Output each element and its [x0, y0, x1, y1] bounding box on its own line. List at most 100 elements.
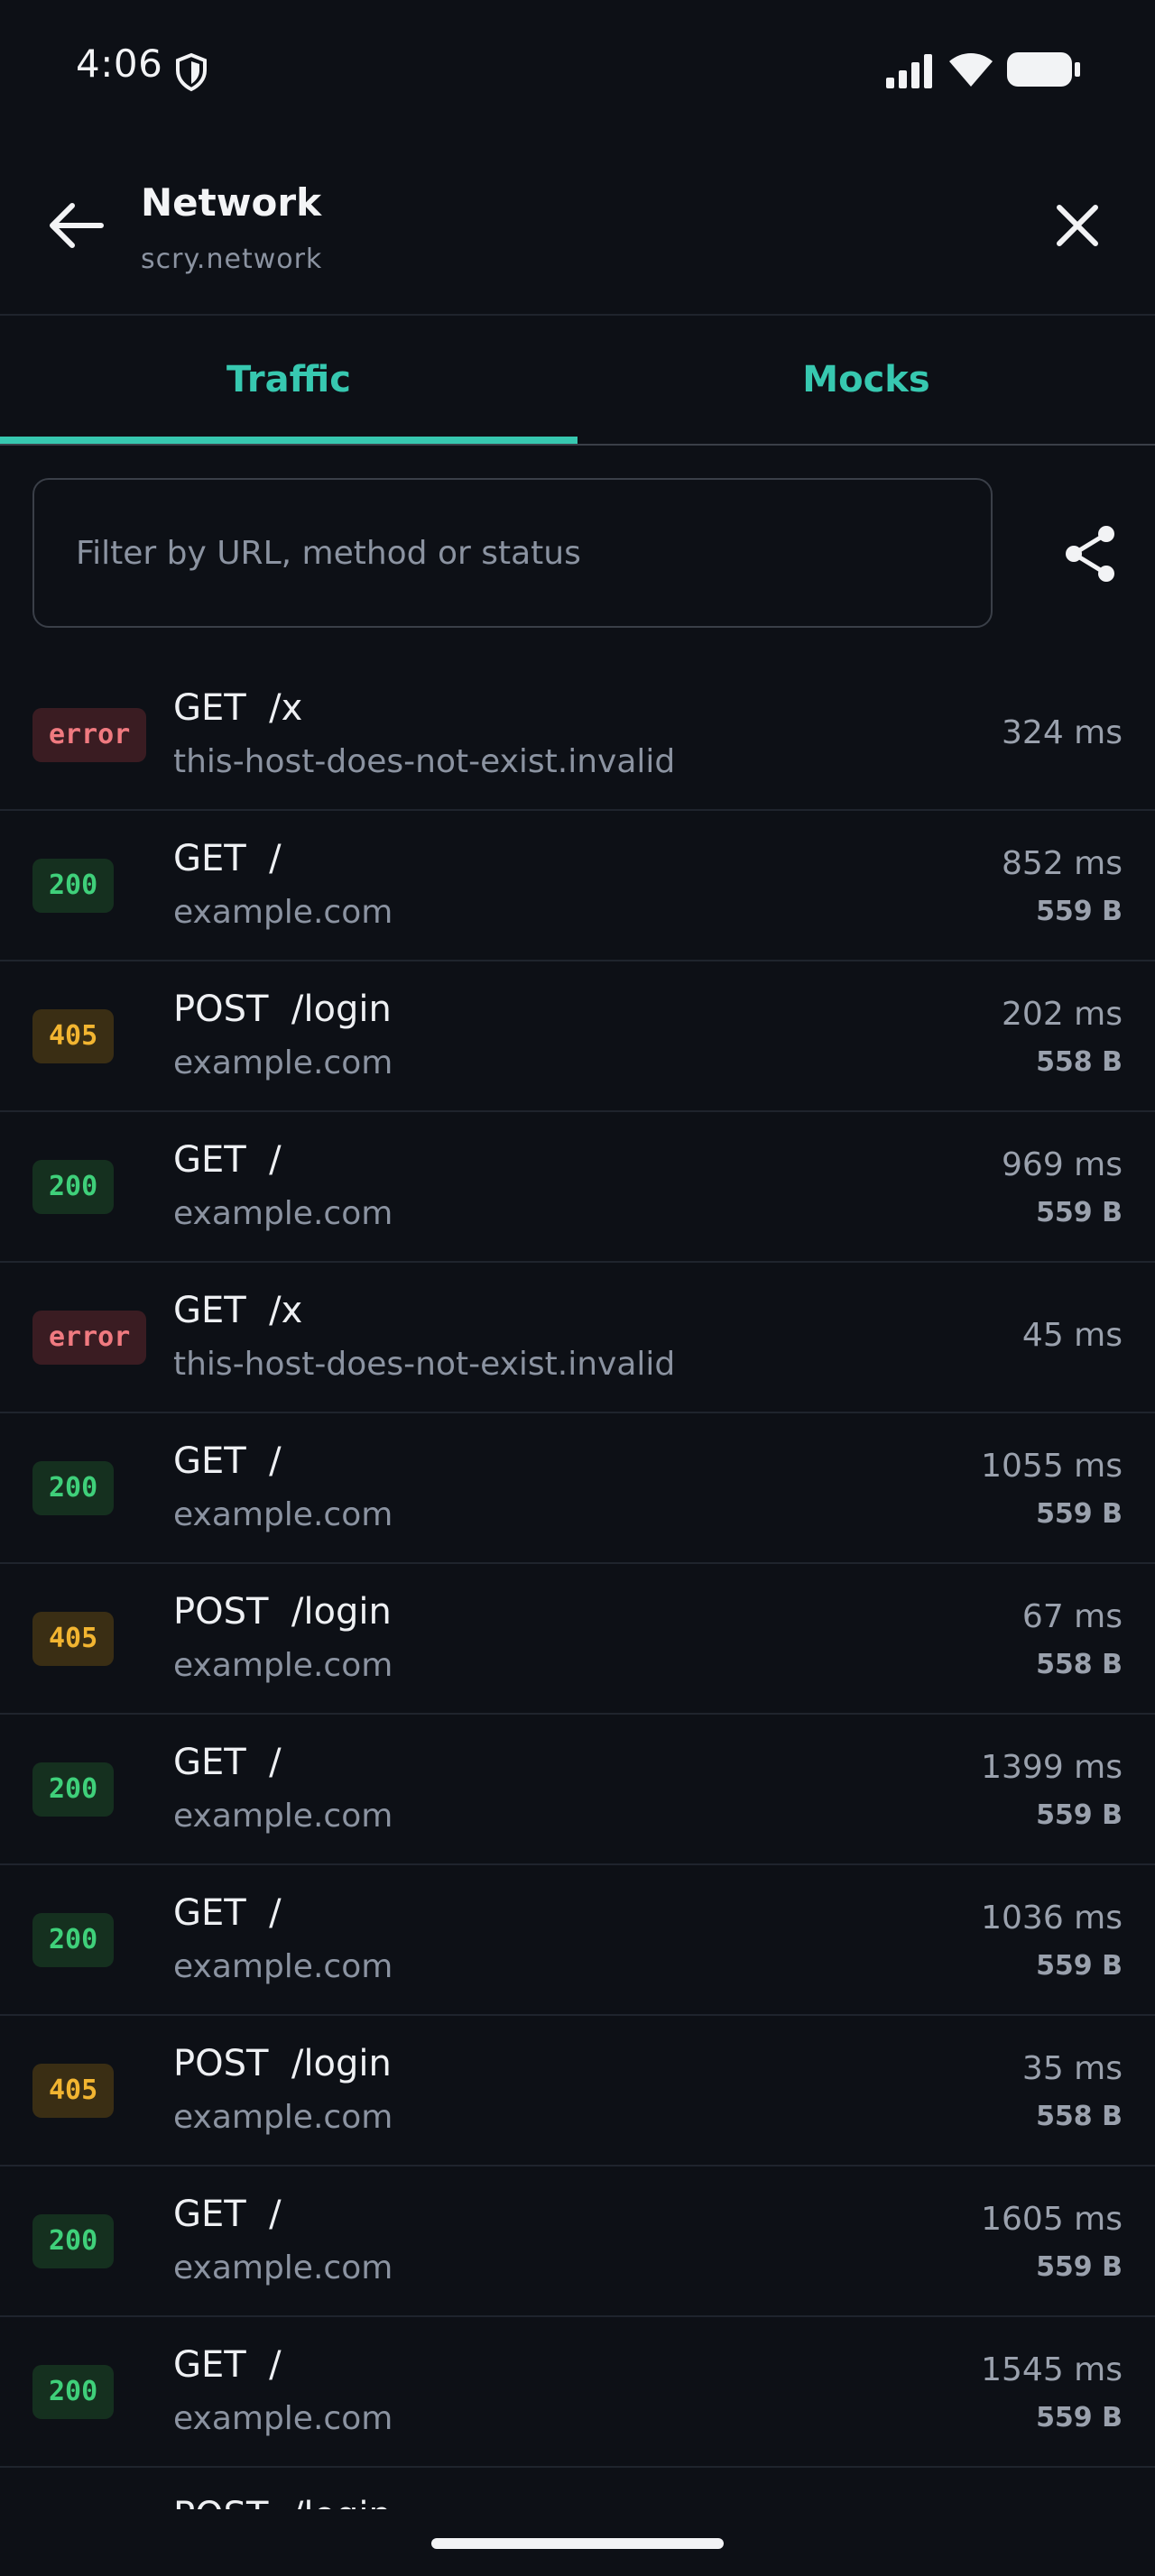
request-host: this-host-does-not-exist.invalid: [173, 1346, 676, 1383]
request-line: GET /: [173, 838, 282, 879]
request-duration: 1036 ms: [981, 1900, 1123, 1937]
request-row[interactable]: 200 GET / example.com 1545 ms 559 B: [0, 2317, 1155, 2468]
status-badge: 200: [32, 1160, 115, 1214]
status-bar: 4:06: [0, 0, 1155, 135]
share-icon[interactable]: [1061, 523, 1119, 584]
request-line: GET /: [173, 2344, 282, 2386]
request-row[interactable]: 200 GET / example.com 1399 ms 559 B: [0, 1715, 1155, 1865]
request-line: POST /login: [173, 989, 392, 1030]
request-row[interactable]: 405POST /loginexample.com: [0, 2468, 1155, 2509]
home-indicator[interactable]: [431, 2538, 724, 2549]
request-path: /login: [291, 2495, 392, 2509]
request-method: POST: [173, 989, 269, 1030]
request-row[interactable]: 200 GET / example.com 852 ms 559 B: [0, 811, 1155, 961]
tab-indicator: [0, 437, 578, 444]
filter-input[interactable]: [32, 478, 993, 628]
request-path: /: [269, 838, 282, 879]
request-duration: 852 ms: [1002, 845, 1123, 882]
request-host: example.com: [173, 1496, 393, 1533]
request-path: /: [269, 2344, 282, 2386]
request-path: /login: [291, 1591, 392, 1633]
request-size: 559 B: [1036, 896, 1123, 927]
request-method: GET: [173, 1290, 246, 1331]
request-size: 559 B: [1036, 1498, 1123, 1530]
request-size: 559 B: [1036, 1197, 1123, 1228]
request-method: POST: [173, 1591, 269, 1633]
request-line: GET /: [173, 1892, 282, 1934]
request-duration: 45 ms: [1021, 1317, 1123, 1354]
request-method: GET: [173, 1440, 246, 1482]
request-row[interactable]: error GET /x this-host-does-not-exist.inva…: [0, 660, 1155, 811]
request-method: GET: [173, 1742, 246, 1783]
tab-traffic[interactable]: Traffic: [0, 316, 578, 444]
request-host: example.com: [173, 2099, 393, 2136]
request-line: GET /x: [173, 687, 302, 729]
request-duration: 202 ms: [1002, 996, 1123, 1033]
request-size: 558 B: [1036, 1046, 1123, 1078]
request-method: GET: [173, 838, 246, 879]
request-line: GET /: [173, 2194, 282, 2235]
request-path: /x: [269, 1290, 303, 1331]
request-method: POST: [173, 2495, 268, 2509]
request-path: /login: [291, 2043, 392, 2084]
request-duration: 969 ms: [1002, 1146, 1123, 1183]
status-badge: 200: [32, 1461, 115, 1515]
request-method: GET: [173, 1139, 246, 1181]
tab-bar: Traffic Mocks: [0, 316, 1155, 446]
request-path: /x: [269, 687, 303, 729]
request-duration: 35 ms: [1021, 2050, 1123, 2087]
request-method: GET: [173, 2194, 246, 2235]
close-icon[interactable]: [1052, 200, 1103, 251]
tab-mocks[interactable]: Mocks: [578, 316, 1155, 444]
request-line: GET /: [173, 1440, 282, 1482]
request-method: POST: [173, 2043, 269, 2084]
page-title: Network: [141, 180, 322, 225]
request-host: example.com: [173, 1044, 393, 1081]
request-row[interactable]: 405 POST /login example.com 202 ms 558 B: [0, 961, 1155, 1112]
status-badge: 405: [32, 1612, 115, 1666]
request-row[interactable]: 200 GET / example.com 969 ms 559 B: [0, 1112, 1155, 1263]
request-method: GET: [173, 2344, 246, 2386]
request-duration: 1399 ms: [981, 1749, 1123, 1786]
request-host: example.com: [173, 1195, 393, 1232]
wifi-icon: [949, 53, 993, 87]
request-row[interactable]: 200 GET / example.com 1605 ms 559 B: [0, 2167, 1155, 2317]
request-line: GET /: [173, 1742, 282, 1783]
request-host: example.com: [173, 1798, 393, 1835]
request-duration: 67 ms: [1021, 1598, 1123, 1635]
request-host: example.com: [173, 1948, 393, 1985]
arrow-left-icon[interactable]: [45, 198, 106, 253]
request-path: /: [269, 2194, 282, 2235]
request-row[interactable]: 405 POST /login example.com 35 ms 558 B: [0, 2016, 1155, 2167]
request-size: 558 B: [1036, 2101, 1123, 2132]
status-badge: error: [32, 1311, 147, 1365]
status-badge: 200: [32, 2365, 115, 2419]
request-host: example.com: [173, 2249, 393, 2286]
status-badge: 200: [32, 1762, 115, 1817]
request-duration: 324 ms: [1002, 714, 1123, 751]
request-row[interactable]: 200 GET / example.com 1036 ms 559 B: [0, 1865, 1155, 2016]
request-list: error GET /x this-host-does-not-exist.inva…: [0, 660, 1155, 2509]
request-row[interactable]: 200 GET / example.com 1055 ms 559 B: [0, 1413, 1155, 1564]
request-size: 559 B: [1036, 1799, 1123, 1831]
request-duration: 1545 ms: [981, 2351, 1123, 2388]
status-badge: error: [32, 708, 147, 762]
signal-icon: [886, 54, 932, 88]
request-size: 559 B: [1036, 2251, 1123, 2283]
request-path: /: [269, 1742, 282, 1783]
request-duration: 1055 ms: [981, 1448, 1123, 1485]
request-duration: 1605 ms: [981, 2201, 1123, 2238]
request-size: 559 B: [1036, 2402, 1123, 2433]
request-path: /: [269, 1139, 282, 1181]
status-badge: 405: [32, 2064, 115, 2118]
request-host: example.com: [173, 2400, 393, 2437]
request-row[interactable]: 405 POST /login example.com 67 ms 558 B: [0, 1564, 1155, 1715]
request-line: GET /x: [173, 1290, 302, 1331]
request-row[interactable]: error GET /x this-host-does-not-exist.inva…: [0, 1263, 1155, 1413]
request-line: GET /: [173, 1139, 282, 1181]
request-size: 558 B: [1036, 1649, 1123, 1680]
status-badge: 405: [32, 1009, 115, 1063]
request-line: POST /login: [173, 2043, 392, 2084]
battery-icon: [1007, 52, 1080, 87]
app-header: Network scry.network: [0, 135, 1155, 316]
